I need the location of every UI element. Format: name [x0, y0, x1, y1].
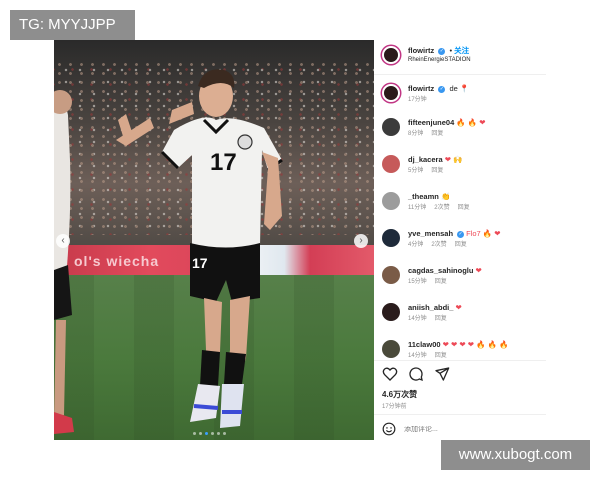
verified-icon: ✓ [438, 85, 446, 93]
comment-time: 15分钟 [408, 279, 427, 285]
commenter-avatar[interactable] [382, 266, 400, 284]
comment-time: 14分钟 [408, 316, 427, 322]
reply-button[interactable]: 回复 [431, 131, 443, 137]
follow-button[interactable]: 关注 [454, 46, 469, 55]
post-photo[interactable]: ol's wiecha 17 17 ‹ › [54, 40, 374, 440]
post-header: flowirtz ✓ • 关注 RheinEnergieSTADION [382, 46, 471, 65]
commenter-username[interactable]: aniish_abdi_ [408, 303, 453, 312]
comment-likes[interactable]: 2次赞 [431, 242, 446, 248]
comment-time: 14分钟 [408, 353, 427, 359]
caption-row: flowirtz ✓ de 📍 17分钟 [382, 84, 469, 105]
author-avatar[interactable] [382, 46, 400, 64]
commenter-avatar[interactable] [382, 229, 400, 247]
emoji-icon[interactable] [382, 422, 396, 436]
comment-text: ❤ [455, 303, 462, 312]
caption-text: de [449, 84, 458, 93]
post-side-panel: flowirtz ✓ • 关注 RheinEnergieSTADION flow… [374, 40, 546, 440]
post-time: 17分钟前 [382, 404, 407, 410]
share-icon[interactable] [434, 366, 450, 382]
comment-text: 👏 [440, 192, 451, 201]
caption-time: 17分钟 [408, 97, 427, 103]
carousel-dot [193, 432, 196, 435]
comment-item: aniish_abdi_ ❤ 14分钟 回复 [382, 303, 462, 324]
carousel-dot [211, 432, 214, 435]
commenter-username[interactable]: yve_mensah [408, 229, 453, 238]
comment-item: _theamn 👏 11分钟 2次赞 回复 [382, 192, 478, 213]
commenter-username[interactable]: fifteenjune04 [408, 118, 454, 127]
pin-icon: 📍 [459, 84, 470, 93]
previous-photo-button[interactable]: ‹ [56, 234, 70, 248]
jersey-number: 17 [210, 149, 237, 176]
actions-divider [374, 360, 546, 361]
commenter-username[interactable]: 11claw00 [408, 340, 441, 349]
carousel-indicator [193, 432, 226, 436]
reply-button[interactable]: 回复 [435, 353, 447, 359]
commenter-avatar[interactable] [382, 155, 400, 173]
commenter-avatar[interactable] [382, 192, 400, 210]
caption-username[interactable]: flowirtz [408, 84, 434, 93]
header-divider [374, 74, 546, 75]
action-bar [382, 366, 450, 382]
caption-avatar[interactable] [382, 84, 400, 102]
main-player-figure: 17 17 [116, 69, 283, 428]
comment-divider [374, 414, 546, 415]
tg-badge: TG: MYYJJPP [10, 10, 135, 40]
comment-text: ❤ 🙌 [444, 155, 463, 164]
comment-text: Flo7 🔥 ❤ [466, 229, 501, 238]
reply-button[interactable]: 回复 [458, 205, 470, 211]
reply-button[interactable]: 回复 [435, 279, 447, 285]
comment-time: 8分钟 [408, 131, 424, 137]
add-comment-box [382, 422, 534, 436]
heart-icon[interactable] [382, 366, 398, 382]
comment-text: 🔥 🔥 ❤ [456, 118, 486, 127]
commenter-username[interactable]: cagdas_sahinoglu [408, 266, 473, 275]
shorts-number: 17 [192, 255, 208, 271]
comment-text: ❤ [475, 266, 482, 275]
carousel-dot-active [205, 432, 208, 435]
comment-time: 5分钟 [408, 168, 424, 174]
next-photo-button[interactable]: › [354, 234, 368, 248]
commenter-username[interactable]: dj_kacera [408, 155, 443, 164]
carousel-dot [199, 432, 202, 435]
comment-item: fifteenjune04 🔥 🔥 ❤ 8分钟 回复 [382, 118, 486, 139]
comment-text: ❤ ❤ ❤ ❤ 🔥 🔥 🔥 [442, 340, 509, 349]
comment-item: cagdas_sahinoglu ❤ 15分钟 回复 [382, 266, 482, 287]
comment-time: 11分钟 [408, 205, 427, 211]
author-username[interactable]: flowirtz [408, 46, 434, 55]
watermark: www.xubogt.com [441, 440, 590, 470]
teammate-figure [54, 90, 74, 434]
comment-item: dj_kacera ❤ 🙌 5分钟 回复 [382, 155, 462, 176]
comment-icon[interactable] [408, 366, 424, 382]
comment-time: 4分钟 [408, 242, 424, 248]
comment-input[interactable] [404, 425, 534, 433]
commenter-avatar[interactable] [382, 303, 400, 321]
commenter-username[interactable]: _theamn [408, 192, 439, 201]
comment-item: yve_mensah ✓ Flo7 🔥 ❤ 4分钟 2次赞 回复 [382, 229, 501, 250]
players-illustration: 17 17 [54, 69, 283, 434]
carousel-dot [217, 432, 220, 435]
likes-count[interactable]: 4.6万次赞 [382, 389, 417, 400]
post-location[interactable]: RheinEnergieSTADION [408, 56, 471, 65]
carousel-dot [223, 432, 226, 435]
verified-icon: ✓ [438, 47, 446, 55]
comment-likes[interactable]: 2次赞 [434, 205, 449, 211]
reply-button[interactable]: 回复 [431, 168, 443, 174]
commenter-avatar[interactable] [382, 118, 400, 136]
reply-button[interactable]: 回复 [455, 242, 467, 248]
comment-item: 11claw00 ❤ ❤ ❤ ❤ 🔥 🔥 🔥 14分钟 回复 [382, 340, 508, 361]
commenter-avatar[interactable] [382, 340, 400, 358]
reply-button[interactable]: 回复 [435, 316, 447, 322]
verified-icon: ✓ [457, 230, 465, 238]
